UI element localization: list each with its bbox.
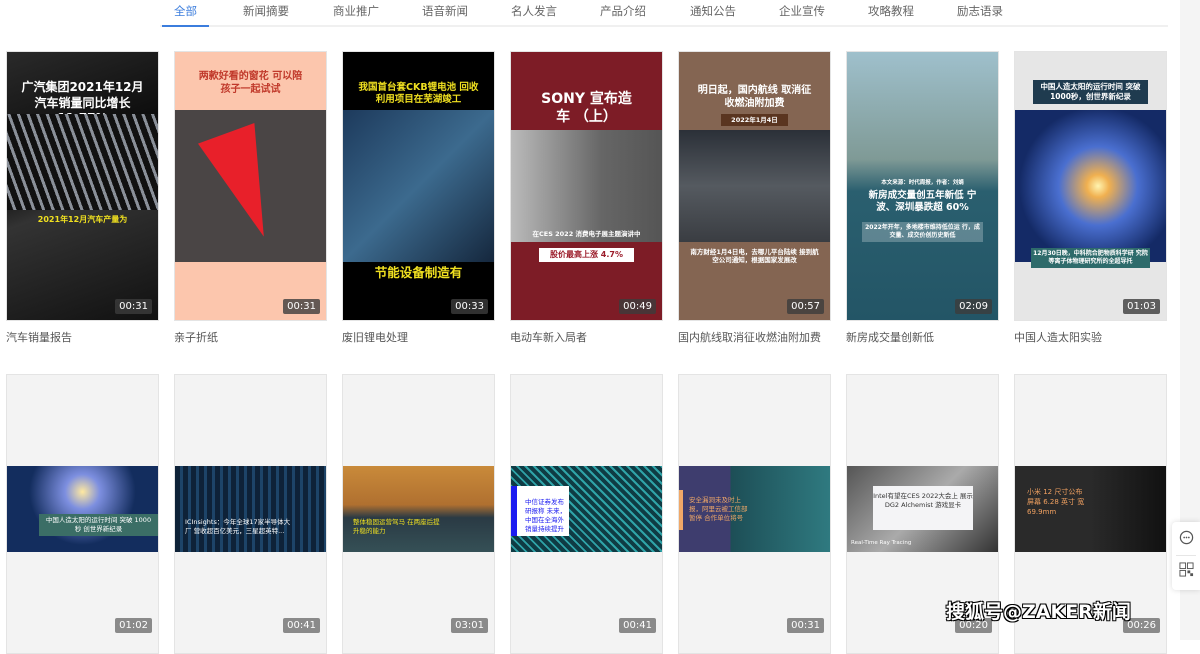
tab-celebrity-speech[interactable]: 名人发言 <box>511 3 557 19</box>
duration-badge: 02:09 <box>955 299 992 314</box>
duration-badge: 00:41 <box>283 618 320 633</box>
duration-badge: 00:57 <box>787 299 824 314</box>
video-title[interactable]: 汽车销量报告 <box>6 329 72 345</box>
tab-product-intro[interactable]: 产品介绍 <box>600 3 646 19</box>
duration-badge: 00:31 <box>115 299 152 314</box>
chat-icon[interactable] <box>1179 530 1194 545</box>
video-title[interactable]: 新房成交量创新低 <box>846 329 934 345</box>
video-card[interactable]: 本文来源：时代周报，作者：刘娟 新房成交量创五年新低 宁波、深圳暴跌超 60% … <box>846 51 999 321</box>
duration-badge: 00:49 <box>619 299 656 314</box>
floating-toolbar <box>1172 522 1200 590</box>
video-card[interactable]: 我国首台套CKB锂电池 回收利用项目在芜湖竣工 节能设备制造有 00:33 <box>342 51 495 321</box>
thumbnail-image: 中国人造太阳的运行时间 突破 1000 秒 创世界新纪录 <box>7 466 158 552</box>
video-card[interactable]: 安全漏洞未及时上报，阿里云被工信部暂停 合作单位将号 00:31 <box>678 374 831 654</box>
video-card[interactable]: 两款好看的窗花 可以陪孩子一起试试 00:31 <box>174 51 327 321</box>
thumbnail-image <box>7 114 158 210</box>
video-title[interactable]: 废旧锂电处理 <box>342 329 408 345</box>
qr-code-icon[interactable] <box>1179 562 1194 577</box>
watermark: 搜狐号@ZAKER新闻 <box>946 601 1131 623</box>
video-card[interactable]: 明日起，国内航线 取消征收燃油附加费 2022年1月4日 南方财经1月4日电，去… <box>678 51 831 321</box>
video-title[interactable]: 中国人造太阳实验 <box>1014 329 1102 345</box>
video-title[interactable]: 亲子折纸 <box>174 329 218 345</box>
tab-tutorial[interactable]: 攻略教程 <box>868 3 914 19</box>
thumbnail-image <box>343 110 494 262</box>
duration-badge: 00:31 <box>787 618 824 633</box>
thumbnail-image: Intel有望在CES 2022大会上 展示DG2 Alchemist 游戏显卡… <box>847 466 998 552</box>
video-card[interactable]: 中国人造太阳的运行时间 突破1000秒，创世界新纪录 12月30日晚，中科院合肥… <box>1014 51 1167 321</box>
duration-badge: 00:33 <box>451 299 488 314</box>
thumbnail-image: 安全漏洞未及时上报，阿里云被工信部暂停 合作单位将号 <box>679 466 830 552</box>
duration-badge: 01:03 <box>1123 299 1160 314</box>
thumbnail-image: 中信证券发布研报称 未来，中国在全海外 销量持续提升 <box>511 466 662 552</box>
tab-business-promo[interactable]: 商业推广 <box>333 3 379 19</box>
thumbnail-image <box>1015 110 1166 262</box>
video-card[interactable]: 中信证券发布研报称 未来，中国在全海外 销量持续提升 00:41 <box>510 374 663 654</box>
tab-inspirational[interactable]: 励志语录 <box>957 3 1003 19</box>
duration-badge: 03:01 <box>451 618 488 633</box>
tab-corporate[interactable]: 企业宣传 <box>779 3 825 19</box>
duration-badge: 00:31 <box>283 299 320 314</box>
thumbnail-image: 在CES 2022 消费电子展主题演讲中 <box>511 130 662 242</box>
video-card[interactable]: ICInsights：今年全球17家半导体大厂 营收超百亿美元，三星超英特...… <box>174 374 327 654</box>
tab-voice-news[interactable]: 语音新闻 <box>422 3 468 19</box>
thumbnail-image: 整体稳固运营驾马 在两座后提升稳的能力 <box>343 466 494 552</box>
video-card[interactable]: 整体稳固运营驾马 在两座后提升稳的能力 03:01 <box>342 374 495 654</box>
tab-notice[interactable]: 通知公告 <box>690 3 736 19</box>
video-card[interactable]: SONY 宣布造车 （上） 在CES 2022 消费电子展主题演讲中 股价最高上… <box>510 51 663 321</box>
video-card[interactable]: 广汽集团2021年12月 汽车销量同比增长11.77% 2021年12月汽车产量… <box>6 51 159 321</box>
thumbnail-image <box>175 110 326 262</box>
category-tabs: 全部 新闻摘要 商业推广 语音新闻 名人发言 产品介绍 通知公告 企业宣传 攻略… <box>160 0 1168 27</box>
video-title[interactable]: 电动车新入局者 <box>510 329 587 345</box>
video-title[interactable]: 国内航线取消征收燃油附加费 <box>678 329 821 345</box>
video-card[interactable]: 中国人造太阳的运行时间 突破 1000 秒 创世界新纪录 01:02 <box>6 374 159 654</box>
thumbnail-image: ICInsights：今年全球17家半导体大厂 营收超百亿美元，三星超英特... <box>175 466 326 552</box>
tab-all[interactable]: 全部 <box>162 3 209 27</box>
thumbnail-image <box>679 130 830 242</box>
duration-badge: 01:02 <box>115 618 152 633</box>
tab-news-summary[interactable]: 新闻摘要 <box>243 3 289 19</box>
thumbnail-image: 小米 12 尺寸公布 屏幕 6.28 英寸 宽 69.9mm <box>1015 466 1166 552</box>
duration-badge: 00:41 <box>619 618 656 633</box>
